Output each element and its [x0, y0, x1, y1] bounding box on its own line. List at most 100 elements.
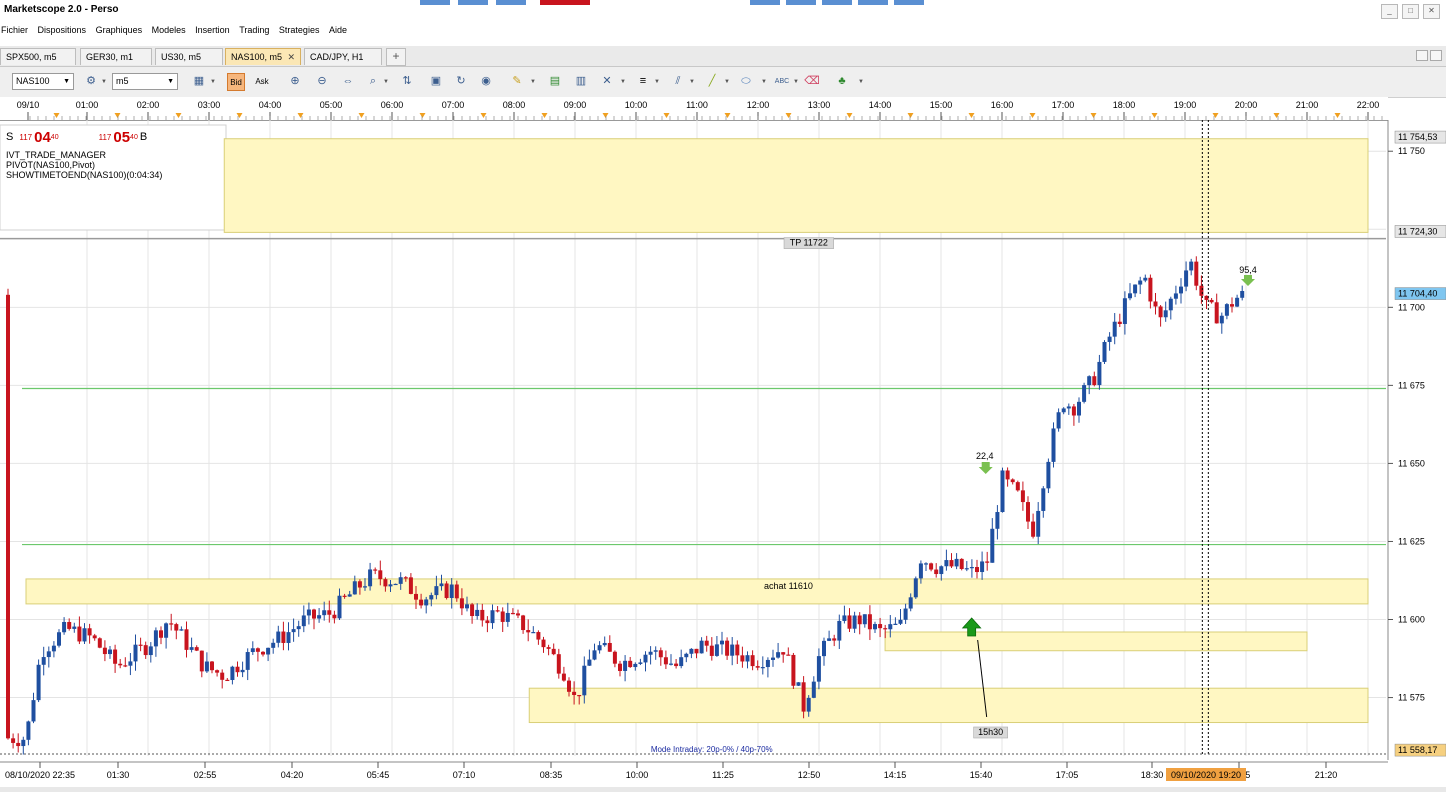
candle-body[interactable]	[1240, 290, 1245, 298]
candle-body[interactable]	[633, 663, 638, 668]
instrument-select[interactable]: NAS100 ▼	[12, 73, 74, 90]
candle-body[interactable]	[1224, 304, 1229, 316]
candle-body[interactable]	[878, 624, 883, 629]
candle-body[interactable]	[837, 620, 842, 641]
candle-body[interactable]	[546, 647, 551, 649]
tp-label[interactable]: TP 11722	[790, 238, 828, 248]
candle-body[interactable]	[934, 569, 939, 575]
menu-insertion[interactable]: Insertion	[194, 22, 233, 35]
globe-icon[interactable]: ◉	[477, 73, 495, 91]
candle-body[interactable]	[526, 630, 531, 633]
candle-body[interactable]	[765, 659, 770, 668]
price-tag-tp[interactable]: 11 724,30	[1398, 226, 1437, 236]
zoom-in-icon[interactable]: ⊕	[286, 73, 304, 91]
indicator-ivt[interactable]: IVT_TRADE_MANAGER	[6, 150, 162, 160]
candle-body[interactable]	[618, 663, 622, 671]
cursor-time-label[interactable]: 09/10/2020 19:20	[1171, 770, 1241, 780]
candle-body[interactable]	[194, 647, 199, 651]
candle-body[interactable]	[822, 640, 826, 657]
candle-body[interactable]	[1087, 376, 1092, 386]
candle-body[interactable]	[567, 680, 571, 692]
candle-body[interactable]	[1102, 341, 1107, 362]
candle-body[interactable]	[760, 667, 765, 669]
candle-body[interactable]	[148, 646, 153, 656]
chevron-down-icon[interactable]: ▼	[761, 79, 767, 85]
candle-body[interactable]	[694, 648, 699, 654]
picture-icon[interactable]: ▤	[546, 73, 564, 91]
fan-icon[interactable]: ⫽	[669, 73, 687, 91]
cursor-icon[interactable]: ⇅	[398, 73, 416, 91]
candle-body[interactable]	[873, 624, 877, 630]
sell-price-big[interactable]: 04	[34, 129, 51, 146]
candle-body[interactable]	[561, 673, 566, 681]
candle-body[interactable]	[1107, 336, 1112, 342]
price-tag-bottom[interactable]: 11 558,17	[1398, 745, 1437, 755]
indicator-icon[interactable]: ▣	[427, 73, 445, 91]
tab-cadjpy[interactable]: CAD/JPY, H1	[304, 48, 382, 65]
candle-body[interactable]	[704, 640, 709, 646]
candle-body[interactable]	[62, 621, 67, 633]
eraser-icon[interactable]: ⌫	[803, 73, 821, 91]
candle-body[interactable]	[720, 640, 724, 645]
candle-body[interactable]	[459, 598, 464, 609]
candle-body[interactable]	[322, 610, 327, 616]
candle-body[interactable]	[709, 645, 714, 656]
candle-body[interactable]	[847, 615, 852, 629]
candle-body[interactable]	[699, 640, 704, 654]
candle-body[interactable]	[929, 563, 934, 570]
candle-body[interactable]	[964, 568, 969, 570]
candle-body[interactable]	[419, 599, 424, 606]
candle-body[interactable]	[551, 648, 556, 655]
candle-body[interactable]	[623, 660, 628, 671]
price-tag-current[interactable]: 11 704,40	[1398, 289, 1437, 299]
candle-body[interactable]	[806, 697, 811, 712]
candle-body[interactable]	[179, 629, 184, 631]
candle-body[interactable]	[429, 595, 434, 600]
candlestick-chart[interactable]: TP 11722 achat 11610 15h30 22,4 95,4 Mode Int…	[0, 120, 1446, 760]
candle-body[interactable]	[898, 619, 903, 624]
chart-area[interactable]: TP 11722 achat 11610 15h30 22,4 95,4 Mode Int…	[0, 120, 1446, 792]
candle-body[interactable]	[439, 583, 444, 587]
candle-body[interactable]	[735, 644, 740, 656]
support-zone[interactable]	[223, 138, 1369, 233]
candle-body[interactable]	[82, 628, 87, 642]
candle-body[interactable]	[730, 644, 735, 656]
candle-body[interactable]	[516, 613, 520, 616]
candle-body[interactable]	[266, 647, 271, 655]
menu-aide[interactable]: Aide	[328, 22, 350, 35]
candle-body[interactable]	[903, 608, 908, 620]
menu-dispositions[interactable]: Dispositions	[37, 22, 90, 35]
candle-body[interactable]	[164, 623, 169, 638]
marker-value-b[interactable]: 95,4	[1239, 265, 1257, 275]
tab-close-icon[interactable]: ✕	[287, 49, 295, 65]
candle-body[interactable]	[725, 640, 730, 656]
candle-body[interactable]	[714, 644, 719, 656]
candle-body[interactable]	[210, 661, 214, 671]
candle-body[interactable]	[363, 586, 367, 588]
menu-trading[interactable]: Trading	[238, 22, 272, 35]
candle-body[interactable]	[740, 655, 745, 662]
candle-body[interactable]	[995, 512, 1000, 529]
candle-body[interactable]	[1209, 299, 1214, 303]
candle-body[interactable]	[1138, 280, 1143, 285]
candle-body[interactable]	[1230, 304, 1234, 307]
candle-body[interactable]	[796, 682, 801, 686]
chevron-down-icon[interactable]: ▼	[724, 79, 730, 85]
candle-body[interactable]	[1071, 406, 1076, 416]
candle-body[interactable]	[679, 657, 684, 667]
menu-strategies[interactable]: Strategies	[278, 22, 323, 35]
candle-body[interactable]	[424, 599, 429, 606]
grid-icon[interactable]: ▦	[190, 73, 208, 91]
chevron-down-icon[interactable]: ▼	[793, 79, 799, 85]
candle-body[interactable]	[572, 691, 577, 696]
candle-body[interactable]	[118, 663, 123, 666]
candle-body[interactable]	[1051, 428, 1056, 462]
candle-body[interactable]	[113, 649, 118, 664]
candle-body[interactable]	[893, 623, 898, 625]
candle-body[interactable]	[169, 623, 174, 625]
candle-body[interactable]	[189, 647, 194, 650]
candle-body[interactable]	[816, 656, 821, 682]
candle-body[interactable]	[1219, 315, 1224, 324]
candle-body[interactable]	[959, 558, 964, 569]
candle-body[interactable]	[470, 604, 475, 617]
